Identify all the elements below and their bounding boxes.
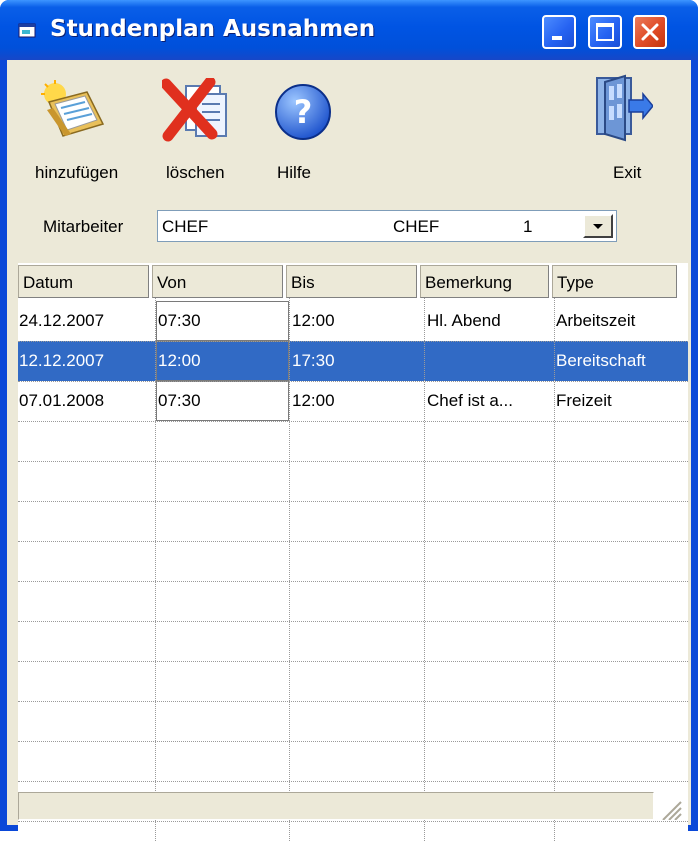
maximize-icon [596, 23, 614, 41]
focus-cell [156, 341, 289, 381]
grid-line [18, 701, 688, 702]
minimize-icon [552, 36, 562, 40]
exit-button-label: Exit [613, 163, 642, 182]
column-header-von[interactable]: Von [152, 265, 283, 298]
cell-datum: 07.01.2008 [19, 391, 105, 410]
grid-line [18, 461, 688, 462]
app-window: Stundenplan Ausnahmen hinzufügen löschen… [0, 0, 698, 841]
grid-line [18, 661, 688, 662]
cell-type: Arbeitszeit [556, 311, 636, 330]
resize-grip-icon[interactable] [659, 798, 683, 820]
grid-line [18, 741, 688, 742]
grid-line [18, 781, 688, 782]
grid-line [18, 501, 688, 502]
close-icon [641, 23, 659, 41]
minimize-button[interactable] [542, 15, 576, 49]
employee-label: Mitarbeiter [43, 217, 124, 236]
close-button[interactable] [633, 15, 667, 49]
cell-bis: 12:00 [292, 391, 335, 410]
grid-line [18, 381, 688, 382]
table-row[interactable]: 24.12.2007 07:30 12:00 Hl. Abend Arbeits… [18, 301, 688, 341]
focus-cell [156, 381, 289, 421]
grid-line [554, 298, 555, 841]
cell-bemerkung: Chef ist a... [427, 391, 513, 410]
grid-line [18, 341, 688, 342]
svg-text:?: ? [294, 93, 313, 131]
grid-line [18, 421, 688, 422]
exceptions-table[interactable]: Datum Von Bis Bemerkung Type 24.12.2007 … [18, 263, 688, 841]
table-row-selected[interactable]: 12.12.2007 12:00 17:30 Bereitschaft [18, 341, 688, 381]
add-button-label: hinzufügen [35, 163, 119, 182]
help-icon: ? [275, 84, 331, 140]
maximize-button[interactable] [588, 15, 622, 49]
cell-type: Freizeit [556, 391, 612, 410]
delete-button-label: löschen [166, 163, 225, 182]
chevron-down-icon [593, 224, 603, 229]
employee-number: 1 [523, 217, 533, 236]
cell-bemerkung [426, 341, 551, 381]
grid-line [18, 621, 688, 622]
title-bar[interactable]: Stundenplan Ausnahmen [0, 0, 698, 60]
employee-name: CHEF [162, 217, 209, 236]
focus-cell [156, 301, 289, 341]
window-title: Stundenplan Ausnahmen [50, 16, 376, 42]
employee-dropdown-button[interactable] [583, 214, 613, 238]
grid-line [18, 581, 688, 582]
column-header-type[interactable]: Type [552, 265, 677, 298]
cell-datum: 24.12.2007 [19, 311, 105, 330]
column-header-bemerkung[interactable]: Bemerkung [420, 265, 549, 298]
cell-bis: 12:00 [292, 311, 335, 330]
cell-bemerkung: Hl. Abend [427, 311, 501, 330]
exit-door-icon [596, 74, 653, 142]
cell-datum: 12.12.2007 [19, 351, 105, 370]
employee-select[interactable]: CHEF CHEF 1 [157, 210, 617, 242]
employee-code: CHEF [393, 217, 440, 236]
grid-line [289, 298, 290, 841]
grid-line [424, 298, 425, 841]
status-bar [18, 792, 654, 820]
client-area: hinzufügen löschen ? Hilfe Exit Mitarbei… [7, 60, 691, 841]
cell-bis: 17:30 [292, 351, 335, 370]
column-header-bis[interactable]: Bis [286, 265, 417, 298]
table-row[interactable]: 07.01.2008 07:30 12:00 Chef ist a... Fre… [18, 381, 688, 421]
app-window-icon [18, 23, 36, 38]
delete-icon [162, 78, 227, 142]
add-calendar-icon [41, 80, 105, 137]
grid-line [18, 821, 688, 822]
help-button-label: Hilfe [277, 163, 312, 182]
grid-line [155, 298, 156, 841]
grid-line [18, 541, 688, 542]
column-header-datum[interactable]: Datum [18, 265, 149, 298]
cell-type: Bereitschaft [556, 351, 646, 370]
